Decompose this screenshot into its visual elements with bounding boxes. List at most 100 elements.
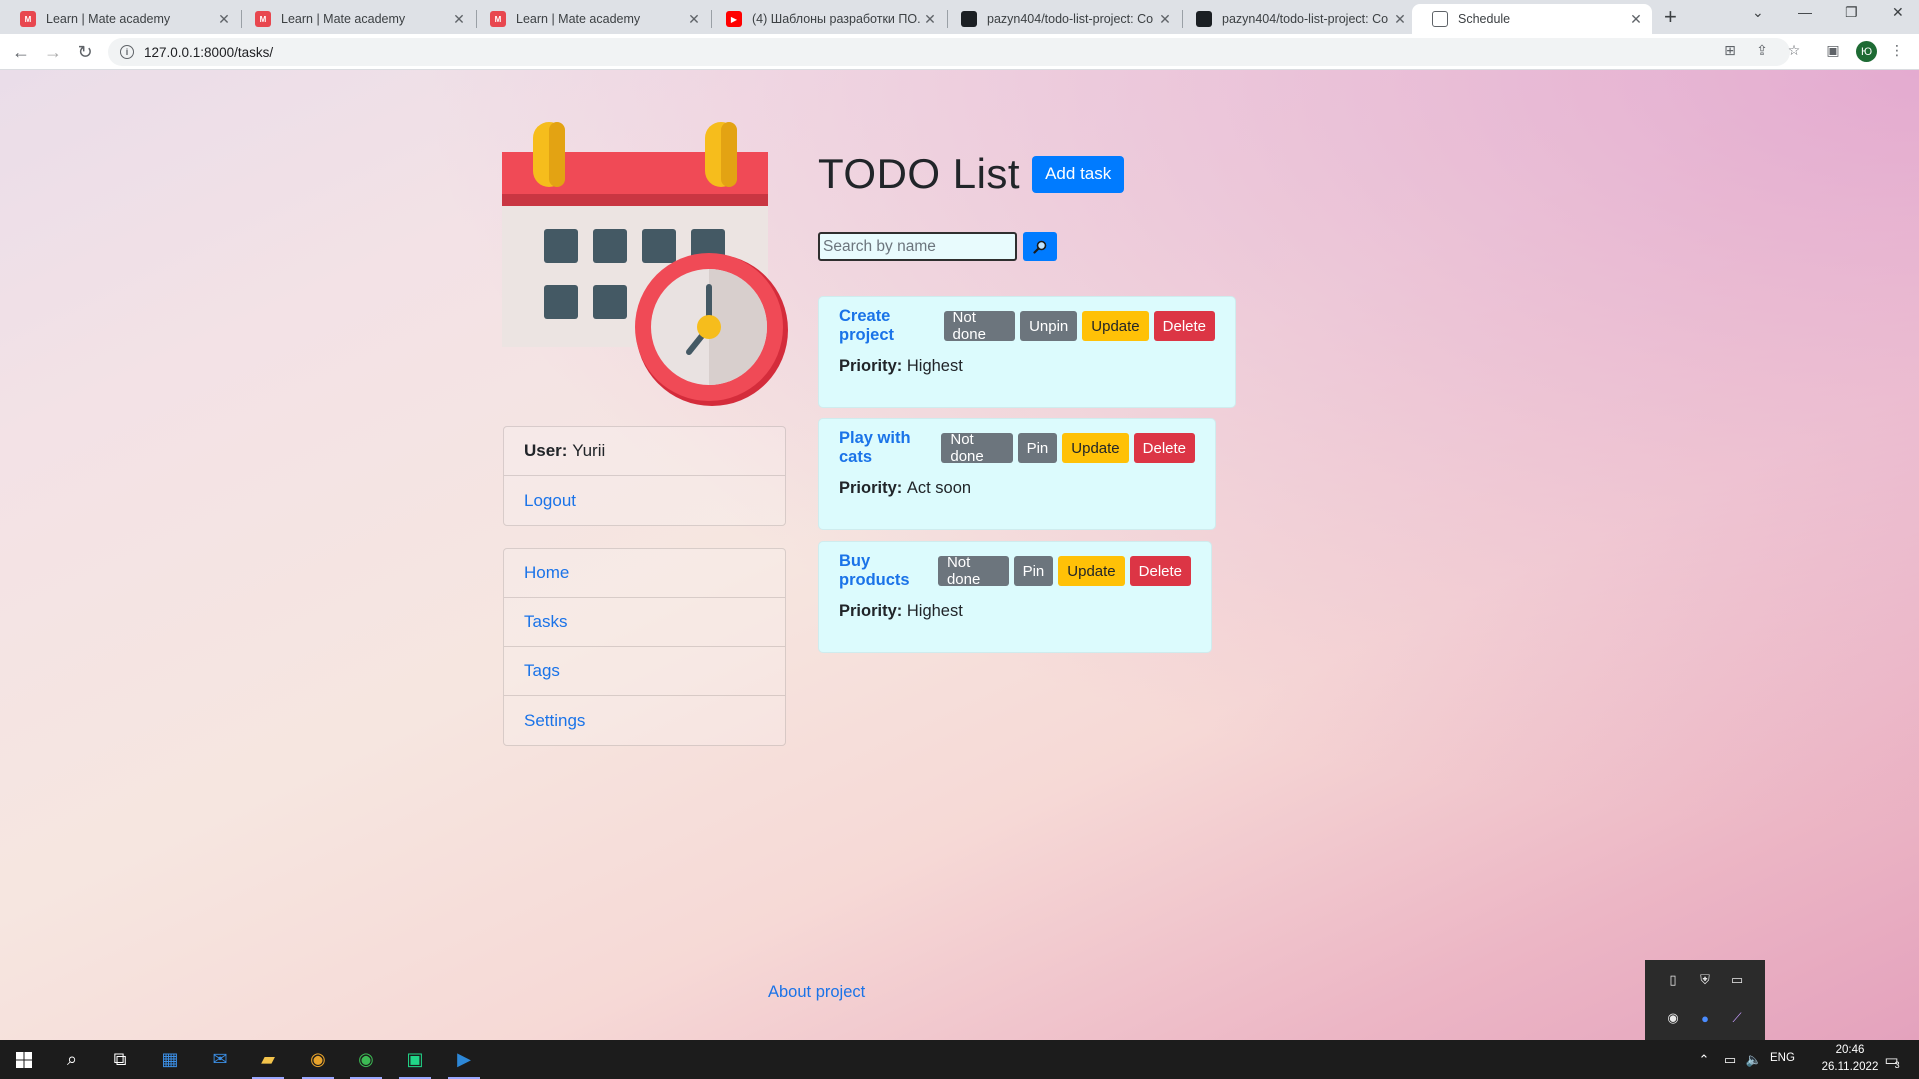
browser-toolbar: ← → ↻ i 127.0.0.1:8000/tasks/ ⊞ ⇪ ☆ ▣ ⋮ (0, 34, 1919, 70)
search-input[interactable] (818, 232, 1017, 261)
task-priority: Priority: Highest (839, 602, 1191, 621)
bookmark-star-icon[interactable]: ☆ (1785, 41, 1803, 59)
sidebar-item-home[interactable]: Home (504, 549, 785, 598)
update-button[interactable]: Update (1058, 556, 1125, 586)
close-icon[interactable]: ✕ (451, 11, 467, 28)
tab-title: pazyn404/todo-list-project: Co (1222, 12, 1389, 26)
new-tab-button[interactable]: + (1664, 4, 1677, 30)
profile-avatar[interactable]: Ю (1856, 41, 1877, 62)
priority-label: Priority: (839, 357, 903, 375)
chrome-profile-y-icon[interactable]: ◉ (294, 1040, 342, 1079)
tab-title: Learn | Mate academy (281, 12, 406, 26)
user-name: Yurii (572, 441, 606, 460)
about-project-link[interactable]: About project (768, 983, 865, 1002)
side-panel-icon[interactable]: ▣ (1824, 41, 1842, 59)
github-icon (961, 11, 977, 27)
windows-start-icon[interactable] (0, 1040, 48, 1079)
search-icon[interactable]: ⌕ (48, 1040, 96, 1079)
file-explorer-icon[interactable]: ▰ (244, 1040, 292, 1079)
notification-center-icon[interactable]: ▭ 3 (1872, 1040, 1912, 1079)
nav-link-tasks[interactable]: Tasks (524, 612, 567, 632)
logout-link[interactable]: Logout (524, 491, 576, 511)
close-icon[interactable]: ✕ (1157, 11, 1173, 28)
browser-tab[interactable]: pazyn404/todo-list-project: Co ✕ (941, 4, 1181, 34)
add-task-button[interactable]: Add task (1032, 155, 1125, 193)
tab-title: Learn | Mate academy (516, 12, 641, 26)
browser-tab[interactable]: ▶ (4) Шаблоны разработки ПО. U ✕ (706, 4, 946, 34)
pycharm-icon[interactable]: ▣ (391, 1040, 439, 1079)
display-icon[interactable]: ▭ (1729, 972, 1745, 988)
browser-tab[interactable]: M Learn | Mate academy ✕ (0, 4, 240, 34)
calendar-clock-logo (502, 122, 788, 406)
close-icon[interactable]: ✕ (1628, 11, 1644, 28)
task-card: Create project Not done Unpin Update Del… (818, 296, 1236, 408)
app-blue-icon[interactable]: ● (1697, 1010, 1713, 1026)
close-icon[interactable]: ✕ (216, 11, 232, 28)
browser-tab[interactable]: M Learn | Mate academy ✕ (235, 4, 475, 34)
task-name-link[interactable]: Play with cats (839, 429, 934, 467)
unpin-button[interactable]: Unpin (1020, 311, 1078, 341)
volume-icon[interactable]: 🔈 (1740, 1040, 1768, 1079)
sidebar-item-tags[interactable]: Tags (504, 647, 785, 696)
tab-title: pazyn404/todo-list-project: Co (987, 12, 1154, 26)
url-text: 127.0.0.1:8000/tasks/ (144, 44, 274, 60)
task-view-icon[interactable]: ⧉ (96, 1040, 144, 1079)
menu-icon[interactable]: ⋮ (1888, 41, 1906, 59)
minimize-icon[interactable]: — (1798, 4, 1812, 20)
user-label: User: (524, 441, 568, 460)
mail-icon[interactable]: ✉ (196, 1040, 244, 1079)
logout-item[interactable]: Logout (504, 476, 785, 525)
pen-icon[interactable]: ⟋ (1729, 1010, 1745, 1026)
share-icon[interactable]: ⇪ (1753, 41, 1771, 59)
nav-link-home[interactable]: Home (524, 563, 569, 583)
nav-link-settings[interactable]: Settings (524, 711, 585, 731)
translate-icon[interactable]: ⊞ (1721, 41, 1739, 59)
tab-search-icon[interactable]: ⌄ (1752, 4, 1764, 21)
security-shield-icon[interactable]: ⛨ (1697, 972, 1713, 988)
delete-button[interactable]: Delete (1153, 311, 1215, 341)
language-indicator[interactable]: ENG (1770, 1052, 1795, 1064)
not-done-button[interactable]: Not done (937, 554, 1009, 588)
reload-icon[interactable]: ↻ (73, 40, 97, 64)
chrome-icon[interactable]: ◉ (1665, 1010, 1681, 1026)
nav-link-tags[interactable]: Tags (524, 661, 560, 681)
close-icon[interactable]: ✕ (922, 11, 938, 28)
task-name-link[interactable]: Buy products (839, 552, 931, 590)
update-button[interactable]: Update (1082, 311, 1149, 341)
browser-tab-active[interactable]: Schedule ✕ (1412, 4, 1652, 34)
tray-overflow-popup: ▯ ⛨ ▭ ◉ ● ⟋ (1645, 960, 1765, 1040)
tab-title: Schedule (1458, 12, 1511, 26)
back-icon[interactable]: ← (9, 40, 33, 64)
update-button[interactable]: Update (1062, 433, 1129, 463)
notification-count: 3 (1894, 1059, 1900, 1070)
delete-button[interactable]: Delete (1129, 556, 1191, 586)
site-info-icon[interactable]: i (120, 45, 134, 59)
delete-button[interactable]: Delete (1133, 433, 1195, 463)
pin-button[interactable]: Pin (1013, 556, 1054, 586)
windows-taskbar: ⌕ ⧉ ▦ ✉ ▰ ◉ ◉ ▣ ▶ ⌃ ▭ 🔈 ENG 20:46 26.11.… (0, 1040, 1919, 1079)
close-icon[interactable]: ✕ (686, 11, 702, 28)
task-card: Play with cats Not done Pin Update Delet… (818, 418, 1216, 530)
not-done-button[interactable]: Not done (941, 431, 1013, 465)
pin-button[interactable]: Pin (1017, 433, 1058, 463)
close-icon[interactable]: ✕ (1392, 11, 1408, 28)
browser-tab[interactable]: pazyn404/todo-list-project: Co ✕ (1176, 4, 1416, 34)
show-hidden-icons-icon[interactable]: ⌃ (1690, 1040, 1718, 1079)
address-bar[interactable]: i 127.0.0.1:8000/tasks/ (108, 38, 1790, 66)
forward-icon[interactable]: → (41, 40, 65, 64)
clock-time[interactable]: 20:46 (1820, 1044, 1880, 1056)
not-done-button[interactable]: Not done (943, 309, 1016, 343)
task-name-link[interactable]: Create project (839, 307, 937, 345)
search-button[interactable] (1023, 232, 1057, 261)
sidebar-item-tasks[interactable]: Tasks (504, 598, 785, 647)
sidebar-item-settings[interactable]: Settings (504, 696, 785, 745)
browser-tab[interactable]: M Learn | Mate academy ✕ (470, 4, 710, 34)
media-player-icon[interactable]: ▶ (440, 1040, 488, 1079)
close-window-icon[interactable]: ✕ (1892, 4, 1904, 21)
restore-icon[interactable]: ❐ (1845, 4, 1858, 21)
store-icon[interactable]: ▦ (146, 1040, 194, 1079)
usb-device-icon[interactable]: ▯ (1665, 972, 1681, 988)
task-header: Play with cats Not done Pin Update Delet… (839, 429, 1195, 466)
task-card: Buy products Not done Pin Update Delete … (818, 541, 1212, 653)
chrome-profile-yu-icon[interactable]: ◉ (342, 1040, 390, 1079)
